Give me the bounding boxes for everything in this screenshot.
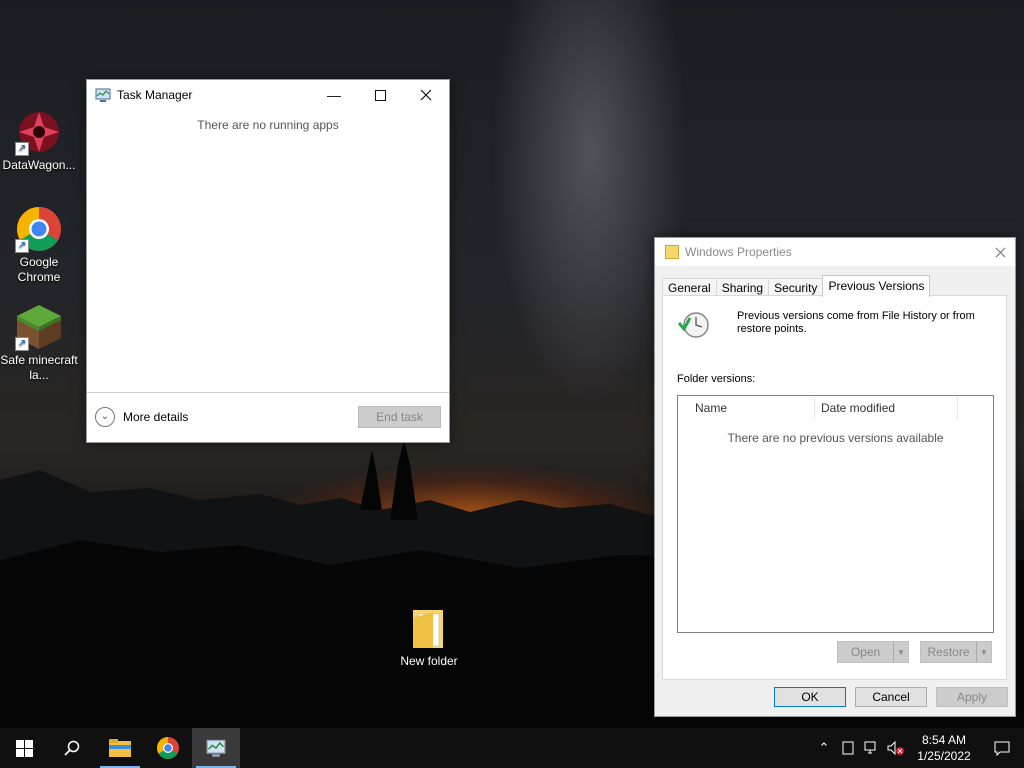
start-button[interactable]: [0, 728, 48, 768]
taskbar: ⌃ 8:54 AM 1/25/2022: [0, 728, 1024, 768]
chevron-down-icon[interactable]: ▼: [976, 642, 991, 662]
desktop-icon-datawagon[interactable]: ↗ DataWagon...: [0, 108, 78, 173]
tab-strip: General Sharing Security Previous Versio…: [662, 275, 931, 297]
folder-icon: [413, 610, 443, 648]
maximize-icon: [374, 89, 386, 101]
task-manager-icon: [206, 739, 226, 757]
chevron-down-icon[interactable]: ▼: [893, 642, 908, 662]
close-icon: [420, 89, 432, 101]
app-list-area: There are no running apps: [87, 110, 449, 392]
search-icon: [64, 740, 80, 756]
shortcut-arrow-icon: ↗: [15, 142, 29, 156]
task-manager-footer: ⌄ More details End task: [87, 392, 449, 440]
notification-icon: [994, 741, 1010, 756]
show-hidden-icons-button[interactable]: ⌃: [812, 728, 836, 768]
shortcut-arrow-icon: ↗: [15, 337, 29, 351]
search-button[interactable]: [48, 728, 96, 768]
close-button[interactable]: [985, 238, 1015, 266]
clock[interactable]: 8:54 AM 1/25/2022: [908, 732, 980, 764]
folder-versions-label: Folder versions:: [677, 373, 756, 385]
volume-muted-icon: [887, 741, 904, 755]
cancel-button[interactable]: Cancel: [855, 687, 927, 707]
column-header-name[interactable]: Name: [678, 401, 814, 415]
chevron-down-icon[interactable]: ⌄: [95, 406, 115, 427]
file-explorer-icon: [109, 739, 131, 757]
window-title: Task Manager: [117, 88, 193, 102]
more-details-link[interactable]: More details: [123, 410, 358, 424]
desktop-icon-label: New folder: [400, 654, 458, 668]
tray-device-icon[interactable]: [836, 728, 860, 768]
close-icon: [995, 247, 1005, 257]
empty-message: There are no previous versions available: [727, 431, 944, 445]
shortcut-arrow-icon: ↗: [15, 239, 29, 253]
empty-message: There are no running apps: [197, 118, 339, 132]
open-button[interactable]: Open ▼: [837, 641, 909, 663]
taskbar-file-explorer[interactable]: [96, 728, 144, 768]
windows-start-icon: [15, 739, 33, 757]
minimize-icon: —: [327, 87, 341, 103]
column-header-date-modified[interactable]: Date modified: [815, 401, 957, 415]
maximize-button[interactable]: [357, 80, 403, 110]
versions-list[interactable]: Name Date modified There are no previous…: [677, 395, 994, 633]
taskbar-chrome[interactable]: [144, 728, 192, 768]
taskbar-task-manager[interactable]: [192, 728, 240, 768]
action-center-button[interactable]: [980, 728, 1024, 768]
info-text: Previous versions come from File History…: [737, 310, 975, 335]
restore-clock-icon: [677, 312, 709, 338]
close-button[interactable]: [403, 80, 449, 110]
column-divider: [957, 397, 958, 419]
title-bar[interactable]: Task Manager —: [87, 80, 449, 110]
device-icon: [842, 741, 854, 755]
desktop-icon-label: DataWagon...: [2, 158, 76, 172]
apply-button[interactable]: Apply: [936, 687, 1008, 707]
tray-volume-icon[interactable]: [884, 728, 908, 768]
end-task-button[interactable]: End task: [358, 405, 441, 428]
desktop-icon-new-folder[interactable]: New folder: [390, 604, 468, 669]
restore-button[interactable]: Restore ▼: [920, 641, 992, 663]
chevron-up-icon: ⌃: [818, 740, 830, 755]
task-manager-icon: [95, 88, 111, 102]
folder-icon: [665, 245, 679, 259]
previous-versions-panel: Previous versions come from File History…: [662, 295, 1007, 680]
tab-previous-versions[interactable]: Previous Versions: [822, 275, 931, 297]
desktop-icon-label: Safe minecraft la...: [0, 353, 78, 382]
chrome-icon: [157, 737, 179, 759]
desktop-icon-minecraft[interactable]: ↗ Safe minecraft la...: [0, 303, 78, 383]
task-manager-window: Task Manager — There are no running apps…: [86, 79, 450, 443]
title-bar[interactable]: Windows Properties: [655, 238, 1015, 266]
dialog-title: Windows Properties: [685, 245, 792, 259]
ok-button[interactable]: OK: [774, 687, 846, 707]
system-tray: ⌃ 8:54 AM 1/25/2022: [812, 728, 1024, 768]
desktop-icon-label: Google Chrome: [17, 255, 61, 284]
open-button-label: Open: [850, 645, 881, 659]
list-header: Name Date modified: [678, 396, 993, 421]
clock-time: 8:54 AM: [921, 733, 967, 747]
tray-network-icon[interactable]: [860, 728, 884, 768]
restore-button-label: Restore: [927, 645, 970, 659]
network-icon: [864, 741, 876, 754]
desktop-icon-google-chrome[interactable]: ↗ Google Chrome: [0, 205, 78, 285]
clock-date: 1/25/2022: [917, 749, 971, 763]
properties-dialog: Windows Properties General Sharing Secur…: [654, 237, 1016, 717]
minimize-button[interactable]: —: [311, 80, 357, 110]
